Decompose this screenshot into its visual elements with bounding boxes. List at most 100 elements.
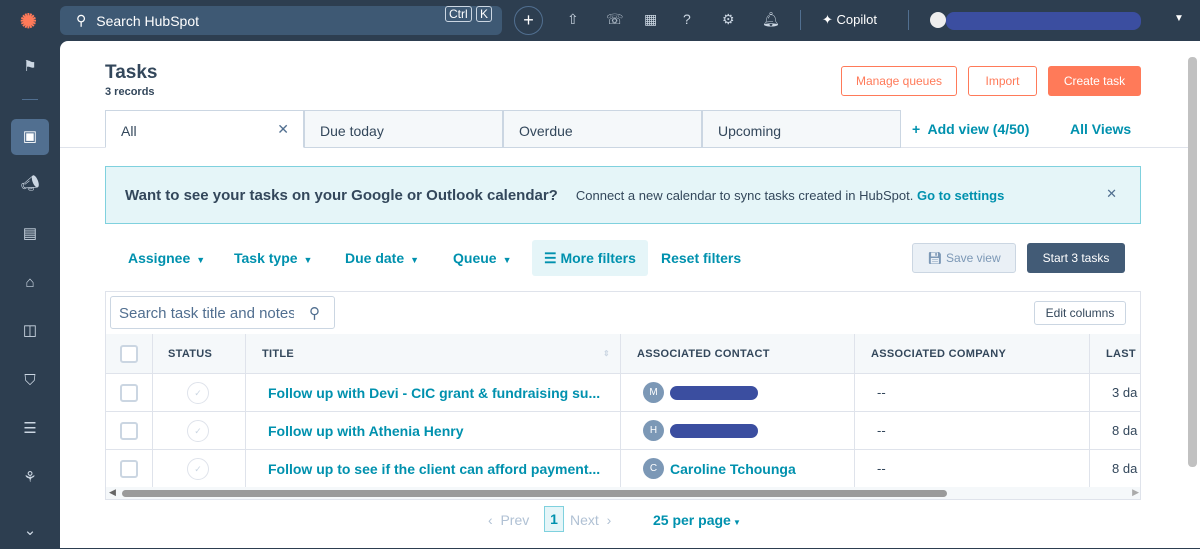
contact-cell: C Caroline Tchounga xyxy=(621,450,855,488)
task-title-link[interactable]: Follow up with Athenia Henry xyxy=(268,423,463,439)
marketing-icon[interactable]: 📣︎ xyxy=(11,166,49,202)
copilot-button[interactable]: ✦ Copilot xyxy=(822,12,877,28)
save-view-label: Save view xyxy=(945,251,1001,265)
vertical-scrollbar[interactable] xyxy=(1188,57,1197,467)
tab-label: Upcoming xyxy=(718,123,782,139)
next-label: Next xyxy=(570,512,599,528)
complete-check-icon[interactable]: ✓ xyxy=(187,457,209,480)
column-header[interactable]: LAST xyxy=(1090,334,1140,374)
record-count: 3 records xyxy=(105,86,155,98)
tab-label: All xyxy=(121,123,137,139)
task-title-link[interactable]: Follow up to see if the client can affor… xyxy=(268,461,600,477)
main-panel: Tasks 3 records Manage queues Import Cre… xyxy=(60,41,1200,548)
bell-icon[interactable]: 🔔︎ xyxy=(762,11,780,28)
manage-queues-button[interactable]: Manage queues xyxy=(841,66,957,96)
avatar[interactable] xyxy=(930,12,946,28)
expand-chevron-icon[interactable]: ⌄ xyxy=(11,513,49,549)
next-button[interactable]: Next › xyxy=(570,512,611,528)
close-icon[interactable]: ✕ xyxy=(1106,186,1117,202)
sales-icon[interactable]: ◫ xyxy=(11,313,49,349)
tab-all[interactable]: All ✕ xyxy=(105,110,304,148)
company-cell: -- xyxy=(855,450,1090,488)
due-date-filter[interactable]: Due date ▼ xyxy=(345,250,419,266)
last-activity-cell: 8 da xyxy=(1090,412,1140,450)
prev-button[interactable]: ‹ Prev xyxy=(488,512,529,528)
go-to-settings-link[interactable]: Go to settings xyxy=(917,188,1004,203)
marketplace-icon[interactable]: ▦ xyxy=(644,11,657,28)
column-header[interactable]: TITLE ⇕ xyxy=(246,334,621,374)
column-header-label: STATUS xyxy=(168,347,213,360)
tab-due-today[interactable]: Due today xyxy=(304,110,503,148)
content-icon[interactable]: ▤ xyxy=(11,216,49,252)
company-cell: -- xyxy=(855,374,1090,412)
filter-label: Queue xyxy=(453,250,497,266)
sort-icon[interactable]: ⇕ xyxy=(603,349,610,358)
help-icon[interactable]: ? xyxy=(683,11,691,27)
horizontal-scrollbar[interactable]: ◀ ▶ xyxy=(106,487,1140,499)
create-plus-button[interactable]: + xyxy=(514,6,543,35)
row-checkbox[interactable] xyxy=(120,421,138,440)
caret-down-icon: ▼ xyxy=(303,255,313,265)
edit-columns-button[interactable]: Edit columns xyxy=(1034,301,1126,325)
title-cell: Follow up to see if the client can affor… xyxy=(246,450,621,488)
caret-down-icon: ▼ xyxy=(502,255,512,265)
column-header[interactable]: STATUS xyxy=(153,334,246,374)
tab-upcoming[interactable]: Upcoming xyxy=(702,110,901,148)
per-page-select[interactable]: 25 per page ▼ xyxy=(653,512,741,528)
sidebar: ⚑ ▣ 📣︎ ▤ ⌂ ◫ ⛉ ☰ ⚘ ⌄ xyxy=(0,41,60,548)
row-checkbox[interactable] xyxy=(120,383,138,402)
contacts-icon[interactable]: ▣ xyxy=(11,119,49,155)
add-view-button[interactable]: + Add view (4/50) xyxy=(912,121,1029,137)
contact-avatar: H xyxy=(643,420,664,441)
tab-label: Due today xyxy=(320,123,384,139)
save-icon: 💾︎ xyxy=(927,251,943,265)
close-icon[interactable]: ✕ xyxy=(277,121,289,138)
save-view-button[interactable]: 💾︎ Save view xyxy=(912,243,1016,273)
row-checkbox-cell xyxy=(106,412,153,450)
global-search[interactable]: ⚲ Search HubSpot xyxy=(60,6,502,35)
commerce-icon[interactable]: ⌂ xyxy=(11,265,49,301)
column-header[interactable]: ASSOCIATED COMPANY xyxy=(855,334,1090,374)
page-1-button[interactable]: 1 xyxy=(544,506,564,532)
import-button[interactable]: Import xyxy=(968,66,1037,96)
kbd-ctrl: Ctrl xyxy=(445,6,472,22)
hubspot-logo-icon[interactable]: ✺ xyxy=(20,9,37,34)
add-view-label: Add view (4/50) xyxy=(927,121,1030,137)
page-title: Tasks xyxy=(105,62,158,83)
database-icon[interactable]: ☰ xyxy=(11,411,49,447)
reset-filters-button[interactable]: Reset filters xyxy=(661,250,741,266)
more-filters-button[interactable]: ☰ More filters xyxy=(532,240,648,276)
gear-icon[interactable]: ⚙ xyxy=(722,11,735,28)
task-title-link[interactable]: Follow up with Devi - CIC grant & fundra… xyxy=(268,385,600,401)
create-task-button[interactable]: Create task xyxy=(1048,66,1141,96)
upgrade-icon[interactable]: ⇧ xyxy=(567,11,579,28)
bookmark-icon[interactable]: ⚑ xyxy=(11,49,49,85)
complete-check-icon[interactable]: ✓ xyxy=(187,381,209,404)
chevron-down-icon[interactable]: ▼ xyxy=(1174,13,1184,24)
complete-check-icon[interactable]: ✓ xyxy=(187,419,209,442)
phone-icon[interactable]: ☏ xyxy=(606,11,624,28)
select-all-checkbox[interactable] xyxy=(120,344,138,363)
queue-filter[interactable]: Queue ▼ xyxy=(453,250,512,266)
all-views-link[interactable]: All Views xyxy=(1070,121,1131,137)
calendar-banner: Want to see your tasks on your Google or… xyxy=(105,166,1141,224)
search-placeholder: Search HubSpot xyxy=(96,12,199,29)
row-checkbox-cell xyxy=(106,374,153,412)
contact-link[interactable]: Caroline Tchounga xyxy=(670,461,796,477)
task-search-input[interactable]: Search task title and notes ⚲ xyxy=(110,296,335,329)
search-icon: ⚲ xyxy=(309,305,320,322)
tab-overdue[interactable]: Overdue xyxy=(503,110,702,148)
contact-cell: H xyxy=(621,412,855,450)
tab-label: Overdue xyxy=(519,123,573,139)
start-tasks-button[interactable]: Start 3 tasks xyxy=(1027,243,1125,273)
redacted-contact-name xyxy=(670,423,758,438)
scroll-thumb[interactable] xyxy=(122,490,947,497)
assignee-filter[interactable]: Assignee ▼ xyxy=(128,250,205,266)
automation-icon[interactable]: ⚘ xyxy=(11,460,49,496)
task-type-filter[interactable]: Task type ▼ xyxy=(234,250,312,266)
column-header[interactable]: ASSOCIATED CONTACT xyxy=(621,334,855,374)
row-checkbox[interactable] xyxy=(120,459,138,478)
filter-label: Task type xyxy=(234,250,298,266)
top-nav: ✺ ⚲ Search HubSpot Ctrl K + ⇧ ☏ ▦ ? ⚙ 🔔︎ … xyxy=(0,0,1200,41)
service-icon[interactable]: ⛉ xyxy=(11,363,49,399)
